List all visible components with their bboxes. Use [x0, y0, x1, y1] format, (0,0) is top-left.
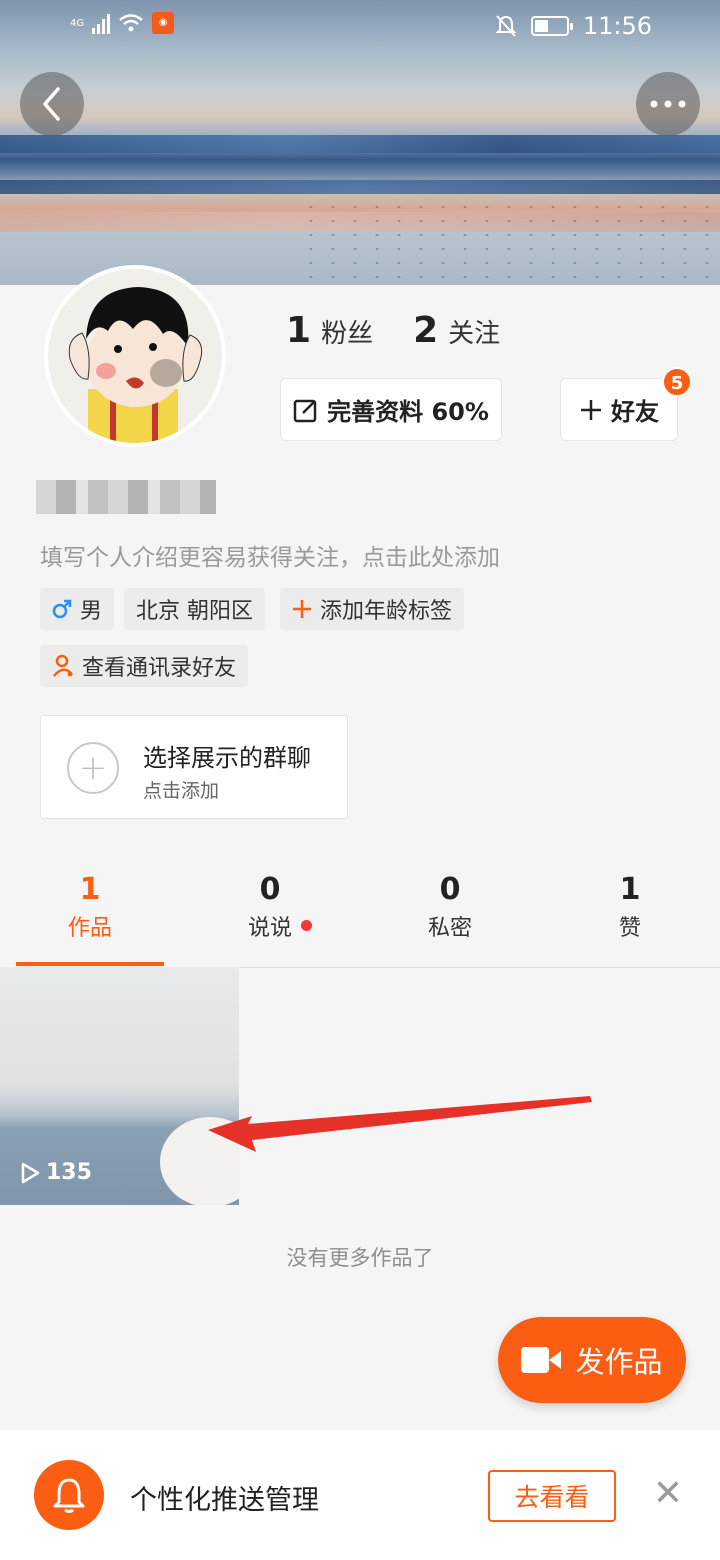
more-button[interactable]: [636, 72, 700, 136]
banner-wave: [0, 180, 720, 194]
play-count-value: 135: [46, 1160, 92, 1185]
fans-count: 1: [286, 310, 312, 351]
publish-label: 发作品: [575, 1345, 663, 1379]
tab-private[interactable]: 0 私密: [360, 868, 540, 946]
contacts-icon: [53, 654, 73, 677]
network-type: 4G: [70, 17, 85, 29]
tab-label: 赞: [618, 916, 641, 941]
intro-placeholder[interactable]: 填写个人介绍更容易获得关注，点击此处添加: [40, 538, 500, 572]
gender-label: 男: [80, 599, 103, 624]
tab-count: 1: [619, 872, 641, 907]
status-time: 11:56: [582, 12, 652, 40]
profile-tabs: 1 作品 0 说说 0 私密 1 赞: [0, 868, 720, 968]
plus-icon: [581, 399, 601, 420]
contacts-friends-tag[interactable]: 查看通讯录好友: [40, 645, 249, 687]
push-bar-title: 个性化推送管理: [130, 1485, 319, 1516]
chevron-left-icon: [43, 87, 60, 121]
tab-label: 说说: [247, 916, 292, 941]
add-friend-label: 好友: [611, 398, 659, 426]
banner-wave: [0, 135, 720, 153]
tab-label: 作品: [67, 916, 112, 941]
battery-icon: [530, 16, 573, 36]
profile-stats: 1 粉丝 2 关注: [286, 310, 500, 351]
fans-stat[interactable]: 1 粉丝: [286, 310, 373, 351]
tab-posts[interactable]: 0 说说: [180, 868, 360, 946]
publish-work-button[interactable]: 发作品: [498, 1317, 686, 1403]
friend-request-badge: 5: [662, 367, 692, 397]
wifi-icon: [119, 14, 143, 32]
plus-icon: [293, 600, 311, 618]
select-group-chat-card[interactable]: + 选择展示的群聊 点击添加: [40, 715, 348, 819]
play-icon: [21, 1162, 40, 1183]
avatar-image: [48, 269, 222, 443]
location-label: 北京 朝阳区: [136, 599, 253, 624]
push-management-bar: 个性化推送管理 去看看 ✕: [0, 1430, 720, 1560]
follow-count: 2: [413, 310, 439, 351]
tab-count: 0: [439, 872, 461, 907]
add-circle-icon: +: [67, 742, 119, 794]
go-see-button[interactable]: 去看看: [488, 1470, 616, 1522]
active-tab-indicator: [16, 962, 164, 966]
tab-likes[interactable]: 1 赞: [540, 868, 720, 946]
signal-icon: [92, 12, 111, 34]
add-age-tag[interactable]: 添加年龄标签: [280, 588, 465, 630]
male-icon: [52, 599, 72, 619]
group-card-subtitle: 点击添加: [143, 780, 220, 802]
tab-count: 1: [79, 872, 101, 907]
more-dots-icon: [650, 100, 686, 108]
avatar[interactable]: [44, 265, 226, 447]
back-button[interactable]: [20, 72, 84, 136]
fans-label: 粉丝: [321, 319, 374, 349]
follow-stat[interactable]: 2 关注: [413, 310, 500, 351]
bell-icon: [34, 1460, 104, 1530]
video-camera-icon: [521, 1347, 562, 1373]
new-post-dot: [301, 920, 312, 931]
edit-profile-label: 完善资料 60%: [327, 398, 489, 426]
banner-texture: [300, 200, 720, 290]
tab-works[interactable]: 1 作品: [0, 868, 180, 946]
group-card-title: 选择展示的群聊: [143, 744, 311, 772]
mute-bell-icon: [495, 15, 517, 37]
add-age-label: 添加年龄标签: [320, 599, 453, 624]
app-notification-icon: ◉: [152, 12, 175, 34]
tab-count: 0: [259, 872, 281, 907]
no-more-works-text: 没有更多作品了: [286, 1246, 434, 1270]
add-friend-button[interactable]: 好友: [560, 378, 678, 441]
contacts-friends-label: 查看通讯录好友: [82, 656, 237, 681]
annotation-arrow-icon: [208, 1096, 592, 1152]
gender-tag[interactable]: 男: [40, 588, 115, 630]
username-blurred: [36, 480, 216, 514]
follow-label: 关注: [448, 319, 501, 349]
status-bar: 4G ◉ 11:56: [0, 0, 720, 56]
tab-label: 私密: [427, 916, 472, 941]
play-count: 135: [20, 1160, 92, 1185]
close-icon[interactable]: ✕: [648, 1474, 688, 1514]
location-tag[interactable]: 北京 朝阳区: [124, 588, 265, 630]
edit-icon: [293, 399, 317, 422]
edit-profile-button[interactable]: 完善资料 60%: [280, 378, 502, 441]
